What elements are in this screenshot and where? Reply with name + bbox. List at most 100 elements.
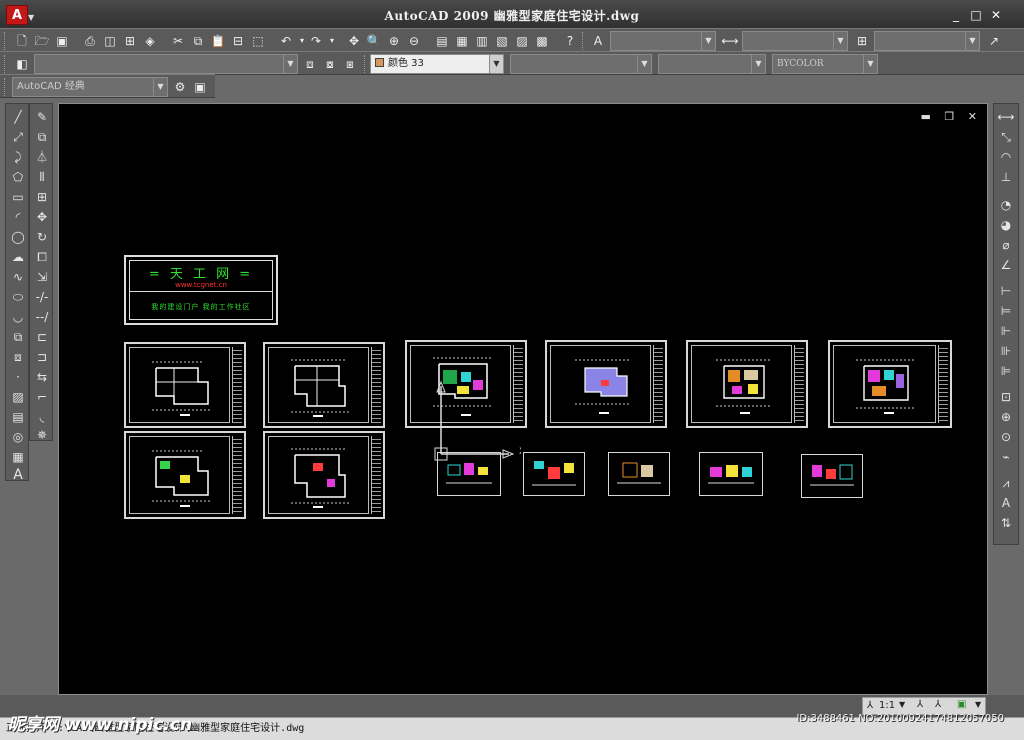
toolbar-grip[interactable] <box>364 55 368 73</box>
make-block-icon[interactable]: ⧈ <box>8 348 28 366</box>
text-style-icon[interactable]: A <box>588 32 608 50</box>
workspace-settings-icon[interactable]: ⚙ <box>170 78 190 96</box>
tiangong-title-block[interactable]: = 天 工 网 = www.tcgnet.cn 我的建设门户 我的工作社区 <box>124 255 278 325</box>
jogged-linear-icon[interactable]: ⌁ <box>996 448 1016 466</box>
join-icon[interactable]: ⇆ <box>32 368 52 386</box>
maximize-button[interactable]: □ <box>968 8 984 22</box>
make-current-layer-icon[interactable]: ⧈ <box>300 55 320 73</box>
status-menu-arrow-icon[interactable]: ▼ <box>975 700 981 709</box>
hatch-icon[interactable]: ▨ <box>8 388 28 406</box>
match-properties-icon[interactable]: ⊟ <box>228 32 248 50</box>
scale-icon[interactable]: ⧠ <box>32 248 52 266</box>
annotation-scale-value[interactable]: 1:1 <box>879 700 895 711</box>
new-icon[interactable]: 🗋 <box>12 32 32 50</box>
drawing-minimize-button[interactable]: ▬ <box>921 110 931 123</box>
ellipse-icon[interactable]: ⬭ <box>8 288 28 306</box>
angular-icon[interactable]: ∠ <box>996 256 1016 274</box>
table-style-icon[interactable]: ⊞ <box>852 32 872 50</box>
drawing-sheet[interactable] <box>263 431 385 519</box>
layer-previous-icon[interactable]: ⧇ <box>320 55 340 73</box>
workspace-switch-icon[interactable]: ▣ <box>957 699 966 710</box>
open-icon[interactable]: 🗁 <box>32 32 52 50</box>
polyline-icon[interactable]: ⤸ <box>8 148 28 166</box>
sheet-set-icon[interactable]: ▧ <box>492 32 512 50</box>
layer-manager-icon[interactable]: ◧ <box>12 55 32 73</box>
ellipse-arc-icon[interactable]: ◡ <box>8 308 28 326</box>
zoom-previous-icon[interactable]: ⊖ <box>404 32 424 50</box>
annotation-scale-icon[interactable]: ⅄ <box>867 700 873 711</box>
my-workspace-icon[interactable]: ▣ <box>190 78 210 96</box>
dim-space-icon[interactable]: ⊪ <box>996 342 1016 360</box>
drawing-sheet[interactable] <box>686 340 808 428</box>
break-icon[interactable]: ⊐ <box>32 348 52 366</box>
auto-scale-icon[interactable]: ⅄ <box>935 699 941 710</box>
extend-icon[interactable]: --/ <box>32 308 52 326</box>
copy-object-icon[interactable]: ⧉ <box>32 128 52 146</box>
move-icon[interactable]: ✥ <box>32 208 52 226</box>
dim-update-icon[interactable]: ⇅ <box>996 514 1016 532</box>
paste-icon[interactable]: 📋 <box>208 32 228 50</box>
chevron-down-icon[interactable]: ▼ <box>899 700 905 709</box>
detail-sheet[interactable] <box>523 452 585 496</box>
jogged-icon[interactable]: ◕ <box>996 216 1016 234</box>
table-style-select[interactable]: ▼ <box>874 31 980 51</box>
plotstyle-select[interactable]: BYCOLOR ▼ <box>772 54 878 74</box>
trim-icon[interactable]: -/- <box>32 288 52 306</box>
quick-dim-icon[interactable]: ⊢ <box>996 282 1016 300</box>
drawing-sheet[interactable] <box>545 340 667 428</box>
toolbar-grip[interactable] <box>4 32 8 50</box>
drawing-canvas[interactable]: ▬ ❐ ✕ = 天 工 网 = www.tcgnet.cn 我的建设门户 我的工… <box>58 103 988 695</box>
save-icon[interactable]: ▣ <box>52 32 72 50</box>
toolbar-grip[interactable] <box>4 78 8 96</box>
radius-icon[interactable]: ◔ <box>996 196 1016 214</box>
toolbar-grip[interactable] <box>582 32 586 50</box>
dim-style-icon[interactable]: ⟷ <box>720 32 740 50</box>
continue-icon[interactable]: ⊩ <box>996 322 1016 340</box>
zoom-window-icon[interactable]: ⊕ <box>384 32 404 50</box>
drawing-sheet[interactable] <box>124 342 246 428</box>
construction-line-icon[interactable]: ⤢ <box>8 128 28 146</box>
quickcalc-icon[interactable]: ▩ <box>532 32 552 50</box>
annotation-visibility-icon[interactable]: ⅄ <box>917 699 923 710</box>
block-editor-icon[interactable]: ⬚ <box>248 32 268 50</box>
line-icon[interactable]: ╱ <box>8 108 28 126</box>
tool-palettes-icon[interactable]: ▥ <box>472 32 492 50</box>
linetype-select[interactable]: ▼ <box>510 54 652 74</box>
close-button[interactable]: ✕ <box>988 8 1004 22</box>
circle-icon[interactable]: ◯ <box>8 228 28 246</box>
arc-length-icon[interactable]: ◠ <box>996 148 1016 166</box>
color-select[interactable]: 颜色 33 ▼ <box>370 54 504 74</box>
baseline-icon[interactable]: ⊨ <box>996 302 1016 320</box>
lineweight-select[interactable]: ▼ <box>658 54 766 74</box>
rotate-icon[interactable]: ↻ <box>32 228 52 246</box>
dim-style-select[interactable]: ▼ <box>742 31 848 51</box>
dim-break-icon[interactable]: ⊫ <box>996 362 1016 380</box>
design-center-icon[interactable]: ▦ <box>452 32 472 50</box>
stretch-icon[interactable]: ⇲ <box>32 268 52 286</box>
drawing-sheet[interactable] <box>828 340 952 428</box>
table-icon[interactable]: ▦ <box>8 448 28 466</box>
copy-icon[interactable]: ⧉ <box>188 32 208 50</box>
dim-edit-icon[interactable]: ⩘ <box>996 474 1016 492</box>
rectangle-icon[interactable]: ▭ <box>8 188 28 206</box>
help-icon[interactable]: ? <box>560 32 580 50</box>
spline-icon[interactable]: ∿ <box>8 268 28 286</box>
pan-icon[interactable]: ✥ <box>344 32 364 50</box>
aligned-dim-icon[interactable]: ⤡ <box>996 128 1016 146</box>
linear-dim-icon[interactable]: ⟷ <box>996 108 1016 126</box>
detail-sheet[interactable] <box>801 454 863 498</box>
print-icon[interactable]: ⎙ <box>80 32 100 50</box>
preview-icon[interactable]: ◫ <box>100 32 120 50</box>
offset-icon[interactable]: ⫴ <box>32 168 52 186</box>
center-mark-icon[interactable]: ⊕ <box>996 408 1016 426</box>
diameter-icon[interactable]: ⌀ <box>996 236 1016 254</box>
region-icon[interactable]: ◎ <box>8 428 28 446</box>
markup-icon[interactable]: ▨ <box>512 32 532 50</box>
detail-sheet[interactable] <box>699 452 763 496</box>
tolerance-icon[interactable]: ⊡ <box>996 388 1016 406</box>
insert-block-icon[interactable]: ⧉ <box>8 328 28 346</box>
point-icon[interactable]: · <box>8 368 28 386</box>
minimize-button[interactable]: _ <box>948 8 964 22</box>
3d-dwf-icon[interactable]: ◈ <box>140 32 160 50</box>
multiline-text-icon[interactable]: A <box>8 466 28 484</box>
